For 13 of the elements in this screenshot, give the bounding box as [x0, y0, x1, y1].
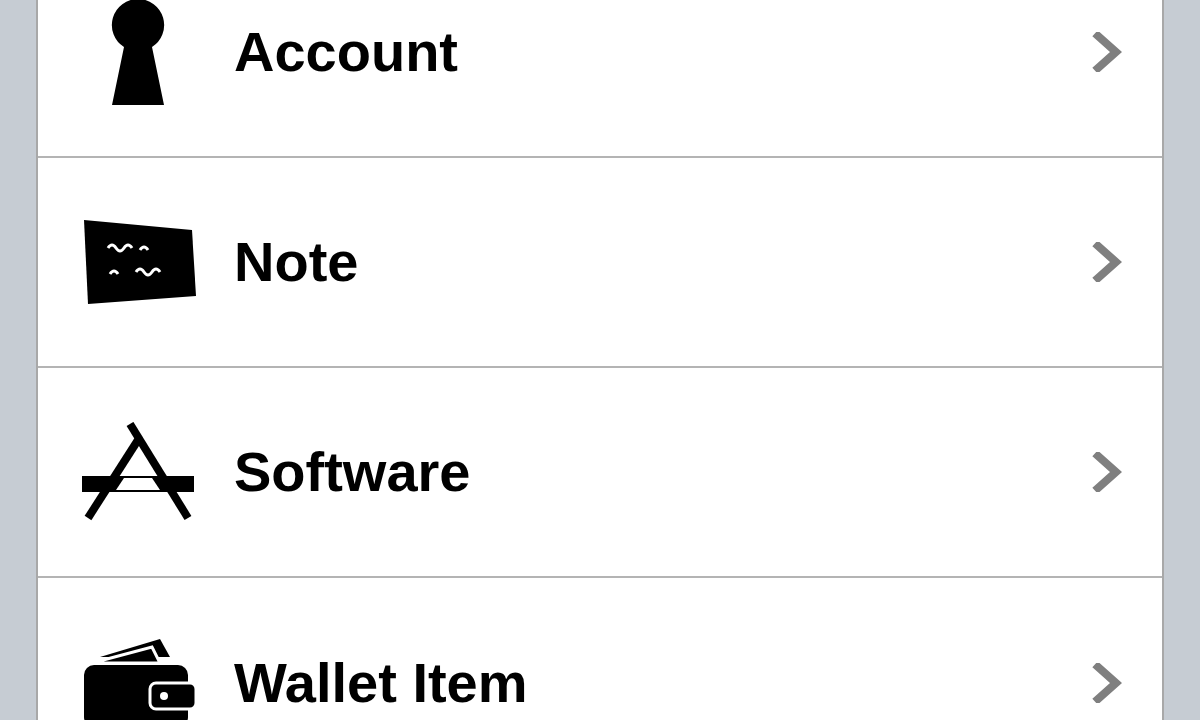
list-row[interactable]: Note	[38, 158, 1162, 368]
row-label: Wallet Item	[234, 650, 529, 716]
chevron-icon	[1092, 452, 1122, 492]
app-store-icon	[80, 422, 196, 522]
row-label: Account	[234, 19, 459, 85]
chevron-icon	[1092, 32, 1122, 72]
row-label: Software	[234, 439, 472, 505]
list-row[interactable]: Wallet Item	[38, 578, 1162, 720]
chevron-icon	[1092, 663, 1122, 703]
list-row[interactable]: Software	[38, 368, 1162, 578]
row-label: Note	[234, 229, 360, 295]
chevron-icon	[1092, 242, 1122, 282]
list-row[interactable]: Account	[38, 0, 1162, 158]
